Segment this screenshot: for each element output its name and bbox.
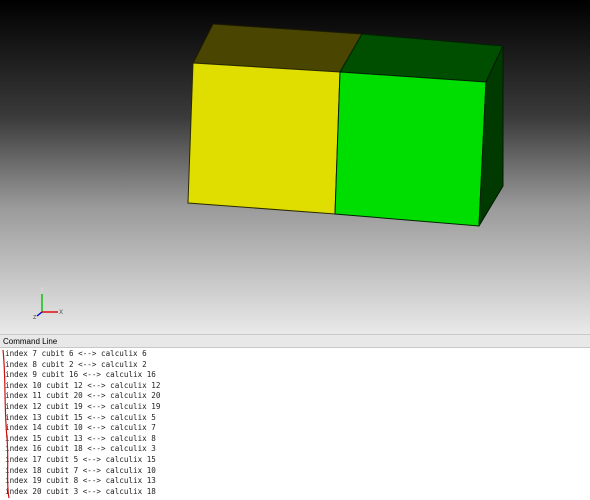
- command-output-line: index 9 cubit 16 <--> calculix 16: [5, 370, 156, 380]
- command-output-line: index 15 cubit 13 <--> calculix 8: [5, 433, 156, 443]
- axis-x-label: X: [59, 309, 63, 316]
- command-output-line: index 20 cubit 3 <--> calculix 18: [5, 486, 156, 496]
- graphics-viewport[interactable]: Y X Z: [0, 0, 590, 334]
- command-output-line: index 11 cubit 20 <--> calculix 20: [5, 391, 161, 401]
- command-output-line: index 13 cubit 15 <--> calculix 5: [5, 412, 156, 422]
- axis-triad-icon: Y X Z: [33, 287, 63, 320]
- command-output-line: index 16 cubit 18 <--> calculix 3: [5, 444, 156, 454]
- command-line-title: Command Line: [3, 337, 58, 346]
- command-output-line: index 7 cubit 6 <--> calculix 6: [5, 349, 147, 358]
- command-output-line: index 8 cubit 2 <--> calculix 2: [5, 359, 147, 369]
- command-output-line: index 14 cubit 10 <--> calculix 7: [5, 423, 156, 433]
- axis-y-label: Y: [39, 287, 44, 294]
- command-output-line: index 19 cubit 8 <--> calculix 13: [5, 476, 156, 486]
- command-output-lines: index 7 cubit 6 <--> calculix 6 index 8 c…: [5, 349, 160, 497]
- right-block-front-face[interactable]: [334, 71, 487, 227]
- command-output-line: index 10 cubit 12 <--> calculix 12: [5, 380, 161, 390]
- command-line-header: Command Line: [0, 334, 590, 348]
- command-output-line: index 17 cubit 5 <--> calculix 15: [5, 454, 156, 464]
- mesh-scene[interactable]: [0, 0, 590, 334]
- command-output-line: index 18 cubit 7 <--> calculix 10: [5, 465, 156, 475]
- left-block-front-face[interactable]: [187, 62, 341, 215]
- command-line-output[interactable]: index 7 cubit 6 <--> calculix 6 index 8 c…: [0, 348, 590, 500]
- red-annotation-mark: [2, 349, 10, 499]
- command-output-line: index 12 cubit 19 <--> calculix 19: [5, 401, 161, 411]
- axis-z-label: Z: [33, 315, 37, 320]
